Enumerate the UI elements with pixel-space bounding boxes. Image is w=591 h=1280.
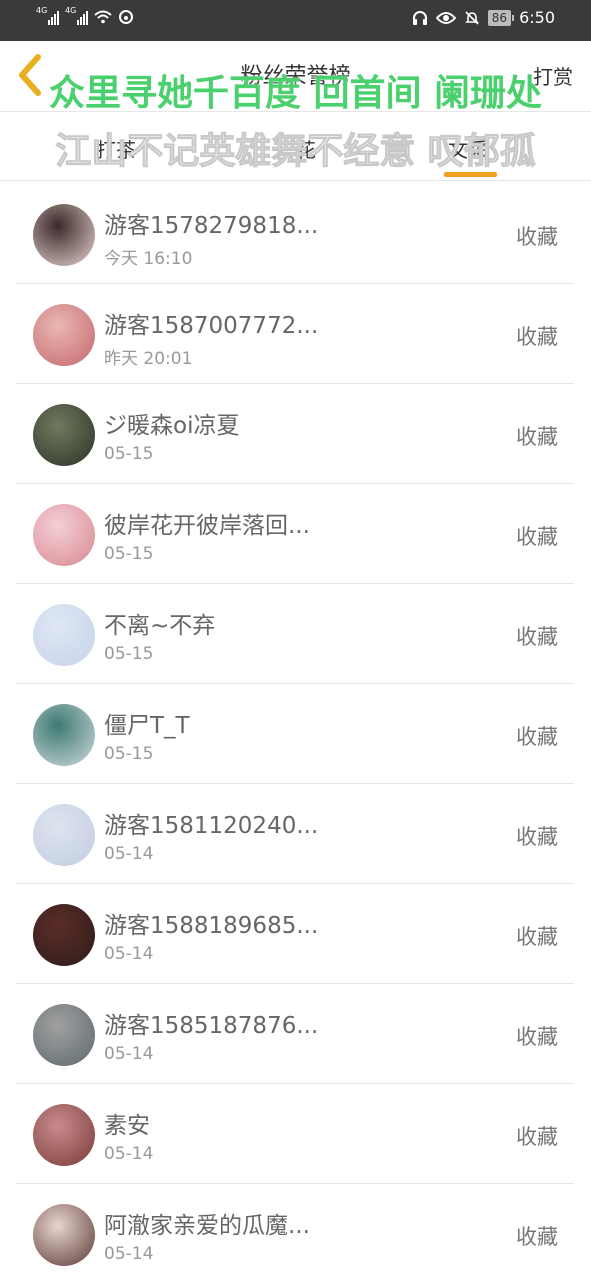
avatar[interactable] xyxy=(33,404,95,466)
collect-button[interactable]: 收藏 xyxy=(516,221,558,251)
list-item[interactable]: 游客1578279818... 今天 16:10 收藏 xyxy=(16,184,574,284)
list-item[interactable]: 游客1581120240... 05-14 收藏 xyxy=(16,784,574,884)
avatar[interactable] xyxy=(33,1104,95,1166)
user-name: 僵尸T_T xyxy=(104,713,190,739)
list-item[interactable]: 彼岸花开彼岸落回... 05-15 收藏 xyxy=(16,484,574,584)
fan-list: 游客1578279818... 今天 16:10 收藏 游客1587007772...… xyxy=(16,184,574,1280)
status-time: 6:50 xyxy=(519,8,555,27)
headphones-icon xyxy=(412,10,428,26)
timestamp: 昨天 20:01 xyxy=(104,349,193,369)
list-item[interactable]: 阿澈家亲爱的瓜魔... 05-14 收藏 xyxy=(16,1184,574,1280)
status-right: 86 6:50 xyxy=(412,8,555,27)
user-name: 游客1581120240... xyxy=(104,813,319,839)
collect-button[interactable]: 收藏 xyxy=(516,521,558,551)
timestamp: 05-14 xyxy=(104,1244,154,1264)
battery-icon: 86 xyxy=(487,9,515,26)
list-item[interactable]: 游客1587007772... 昨天 20:01 收藏 xyxy=(16,284,574,384)
collect-button[interactable]: 收藏 xyxy=(516,621,558,651)
overlay-text-line-1: 众里寻她千百度 回首间 阑珊处 xyxy=(48,73,543,114)
hotspot-icon xyxy=(118,9,134,25)
avatar[interactable] xyxy=(33,604,95,666)
collect-button[interactable]: 收藏 xyxy=(516,1021,558,1051)
collect-button[interactable]: 收藏 xyxy=(516,1121,558,1151)
user-name: 彼岸花开彼岸落回... xyxy=(104,513,310,539)
timestamp: 05-15 xyxy=(104,544,154,564)
status-bar: 4G 4G 86 6:50 xyxy=(0,0,591,41)
user-name: ジ暖森oi凉夏 xyxy=(104,413,240,439)
avatar[interactable] xyxy=(33,504,95,566)
eye-icon xyxy=(435,11,456,25)
avatar[interactable] xyxy=(33,704,95,766)
user-name: 游客1588189685... xyxy=(104,913,319,939)
timestamp: 05-15 xyxy=(104,744,154,764)
timestamp: 05-15 xyxy=(104,444,154,464)
list-item[interactable]: 游客1585187876... 05-14 收藏 xyxy=(16,984,574,1084)
user-name: 游客1585187876... xyxy=(104,1013,319,1039)
collect-button[interactable]: 收藏 xyxy=(516,421,558,451)
avatar[interactable] xyxy=(33,804,95,866)
user-name: 素安 xyxy=(104,1113,150,1139)
timestamp: 05-14 xyxy=(104,944,154,964)
collect-button[interactable]: 收藏 xyxy=(516,321,558,351)
collect-button[interactable]: 收藏 xyxy=(516,1221,558,1251)
wifi-icon xyxy=(94,10,112,24)
list-item[interactable]: 游客1588189685... 05-14 收藏 xyxy=(16,884,574,984)
user-name: 不离~不弃 xyxy=(104,613,216,639)
signal-icon: 4G xyxy=(36,6,59,25)
signal-icon-2: 4G xyxy=(65,6,88,25)
list-item[interactable]: ジ暖森oi凉夏 05-15 收藏 xyxy=(16,384,574,484)
mute-bell-icon xyxy=(464,10,480,26)
avatar[interactable] xyxy=(33,1004,95,1066)
timestamp: 05-15 xyxy=(104,644,154,664)
timestamp: 今天 16:10 xyxy=(104,249,193,269)
list-item[interactable]: 僵尸T_T 05-15 收藏 xyxy=(16,684,574,784)
user-name: 阿澈家亲爱的瓜魔... xyxy=(104,1213,310,1239)
user-name: 游客1578279818... xyxy=(104,213,319,239)
overlay-text-line-2: 江山不记英雄舞不经意 叹郁孤 xyxy=(55,131,537,173)
avatar[interactable] xyxy=(33,204,95,266)
avatar[interactable] xyxy=(33,1204,95,1266)
list-item[interactable]: 不离~不弃 05-15 收藏 xyxy=(16,584,574,684)
status-left: 4G 4G xyxy=(36,6,134,25)
timestamp: 05-14 xyxy=(104,1144,154,1164)
avatar[interactable] xyxy=(33,904,95,966)
collect-button[interactable]: 收藏 xyxy=(516,721,558,751)
timestamp: 05-14 xyxy=(104,844,154,864)
avatar[interactable] xyxy=(33,304,95,366)
collect-button[interactable]: 收藏 xyxy=(516,821,558,851)
user-name: 游客1587007772... xyxy=(104,313,319,339)
collect-button[interactable]: 收藏 xyxy=(516,921,558,951)
timestamp: 05-14 xyxy=(104,1044,154,1064)
list-item[interactable]: 素安 05-14 收藏 xyxy=(16,1084,574,1184)
